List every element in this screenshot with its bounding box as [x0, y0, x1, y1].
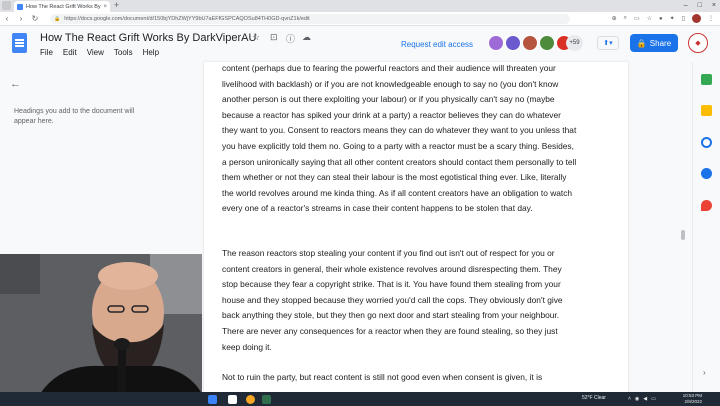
- chevron-up-icon[interactable]: ˄: [628, 396, 631, 402]
- profile-avatar[interactable]: [692, 14, 701, 23]
- os-taskbar: 52°F Clear ˄ ◉ ◀ ▭ 10:53 PM 2/8/2022: [0, 392, 720, 406]
- docs-menu-bar: File Edit View Tools Help: [40, 48, 159, 57]
- system-tray: ˄ ◉ ◀ ▭: [628, 396, 656, 402]
- reload-icon[interactable]: ↻: [28, 14, 42, 23]
- url-text: https://docs.google.com/document/d/150bj…: [64, 15, 310, 22]
- status-icon[interactable]: ⓘ: [286, 32, 295, 45]
- more-viewers-count[interactable]: +59: [566, 35, 583, 51]
- viewer-avatar[interactable]: [488, 35, 504, 51]
- browser-tab-bar: How The React Grift Works By Da × + – □ …: [0, 0, 720, 12]
- volume-icon[interactable]: ◀: [643, 396, 647, 402]
- account-avatar[interactable]: ◆: [688, 33, 708, 53]
- paragraph: The reason reactors stop stealing your c…: [222, 248, 563, 352]
- app-icon[interactable]: [262, 395, 271, 404]
- webcam-video: [0, 254, 202, 394]
- tab-title: How The React Grift Works By Da: [26, 3, 102, 10]
- docs-logo-icon[interactable]: [12, 33, 27, 53]
- paragraph: Not to ruin the party, but react content…: [222, 372, 543, 382]
- menu-edit[interactable]: Edit: [63, 48, 77, 57]
- window-menu-icon[interactable]: [2, 1, 11, 10]
- browser-toolbar: ‹ › ↻ 🔒 https://docs.google.com/document…: [0, 12, 720, 26]
- cloud-status-icon[interactable]: ☁: [302, 32, 311, 43]
- close-window-button[interactable]: ×: [712, 0, 716, 11]
- scrollbar-thumb[interactable]: [681, 230, 685, 240]
- share-label: Share: [649, 38, 672, 48]
- weather-widget[interactable]: 52°F Clear: [582, 395, 606, 401]
- menu-help[interactable]: Help: [143, 48, 159, 57]
- battery-icon[interactable]: ▭: [651, 396, 656, 402]
- cast-icon[interactable]: ▭: [634, 15, 640, 22]
- paragraph: content (perhaps due to fearing the powe…: [222, 63, 577, 214]
- menu-file[interactable]: File: [40, 48, 53, 57]
- maps-icon[interactable]: [701, 200, 712, 211]
- puzzle-icon[interactable]: ✦: [670, 15, 675, 22]
- network-icon[interactable]: ◉: [635, 396, 639, 402]
- browser-menu-icon[interactable]: ⋮: [708, 15, 714, 22]
- tab-close-icon[interactable]: ×: [103, 4, 107, 10]
- back-icon[interactable]: ‹: [0, 14, 14, 23]
- move-icon[interactable]: ⊡: [270, 32, 278, 43]
- screen: How The React Grift Works By Da × + – □ …: [0, 0, 720, 406]
- document-outline-panel: ← Headings you add to the document will …: [0, 62, 168, 260]
- share-button[interactable]: 🔒 Share: [630, 34, 678, 52]
- webcam-image: [0, 254, 202, 394]
- present-button[interactable]: ⬆ ▾: [597, 36, 619, 50]
- docs-favicon-icon: [17, 3, 23, 10]
- taskbar-clock[interactable]: 10:53 PM 2/8/2022: [676, 393, 702, 405]
- new-tab-button[interactable]: +: [114, 0, 119, 11]
- zoom-icon[interactable]: ⌕: [624, 15, 627, 22]
- clock-date: 2/8/2022: [684, 399, 702, 404]
- chevron-right-icon[interactable]: ›: [703, 368, 706, 377]
- browser-tab[interactable]: How The React Grift Works By Da ×: [14, 1, 110, 12]
- extension-icon[interactable]: ●: [659, 16, 663, 22]
- document-page[interactable]: content (perhaps due to fearing the powe…: [204, 62, 628, 392]
- outline-hint: Headings you add to the document will ap…: [14, 108, 135, 125]
- browser-extensions: ⊕ ⌕ ▭ ☆ ● ✦ ▯ ⋮: [612, 14, 720, 23]
- app-icon[interactable]: [228, 395, 237, 404]
- side-panel-rail: ›: [692, 62, 720, 392]
- maximize-button[interactable]: □: [698, 0, 702, 11]
- bookmark-star-icon[interactable]: ☆: [647, 15, 652, 22]
- lock-icon: 🔒: [636, 38, 647, 48]
- viewer-avatars: [488, 35, 572, 51]
- chevron-down-icon: ▾: [609, 40, 613, 47]
- request-edit-access-button[interactable]: Request edit access: [401, 40, 473, 49]
- forward-icon[interactable]: ›: [14, 14, 28, 23]
- address-bar[interactable]: 🔒 https://docs.google.com/document/d/150…: [50, 13, 570, 24]
- contacts-icon[interactable]: [701, 168, 712, 179]
- calendar-icon[interactable]: [701, 74, 712, 85]
- start-icon[interactable]: [208, 395, 217, 404]
- viewer-avatar[interactable]: [539, 35, 555, 51]
- minimize-button[interactable]: –: [684, 0, 688, 11]
- menu-view[interactable]: View: [87, 48, 104, 57]
- back-arrow-icon[interactable]: ←: [10, 78, 21, 90]
- tasks-icon[interactable]: [701, 137, 712, 148]
- viewer-avatar[interactable]: [522, 35, 538, 51]
- keep-icon[interactable]: [701, 105, 712, 116]
- lock-icon: 🔒: [54, 15, 61, 22]
- window-controls: – □ ×: [684, 0, 716, 11]
- sidebar-icon[interactable]: ▯: [682, 15, 685, 22]
- star-icon[interactable]: ☆: [252, 32, 260, 43]
- viewer-avatar[interactable]: [505, 35, 521, 51]
- translate-icon[interactable]: ⊕: [612, 15, 617, 22]
- menu-tools[interactable]: Tools: [114, 48, 133, 57]
- docs-header: How The React Grift Works By DarkViperAU…: [0, 26, 720, 62]
- document-title[interactable]: How The React Grift Works By DarkViperAU: [40, 32, 256, 44]
- browser-app-icon[interactable]: [246, 395, 255, 404]
